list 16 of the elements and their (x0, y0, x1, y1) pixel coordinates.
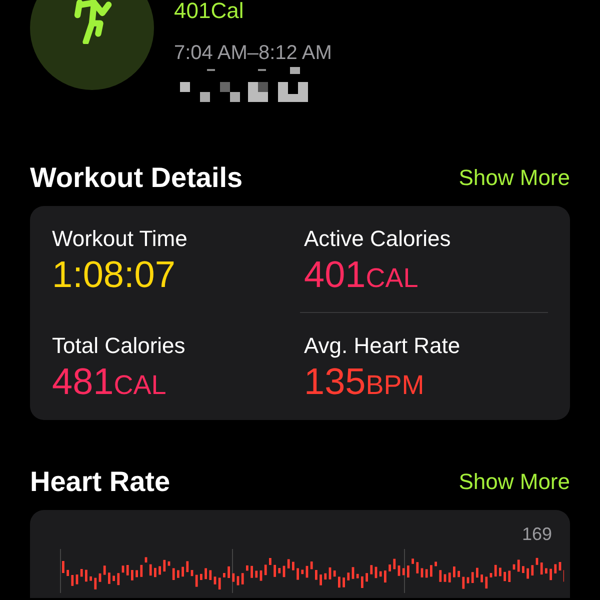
metric-label: Active Calories (304, 226, 452, 252)
metric-value: 481CAL (52, 361, 168, 403)
metric-value: 135BPM (304, 361, 426, 403)
metric-label: Total Calories (52, 333, 186, 359)
metric-label: Workout Time (52, 226, 188, 252)
metric-value: 401CAL (304, 254, 420, 296)
axis-label: 169 (520, 524, 552, 545)
grid-line (60, 549, 61, 593)
show-more-link[interactable]: Show More (458, 469, 570, 495)
show-more-link[interactable]: Show More (458, 165, 570, 191)
metric-value: 1:08:07 (52, 254, 176, 296)
metric-label: Avg. Heart Rate (304, 333, 462, 359)
time-range: 7:04 AM–8:12 AM (174, 42, 332, 65)
section-title: Workout Details (30, 162, 243, 194)
section-title: Heart Rate (30, 466, 170, 498)
calories-text: 401Cal (174, 0, 245, 24)
